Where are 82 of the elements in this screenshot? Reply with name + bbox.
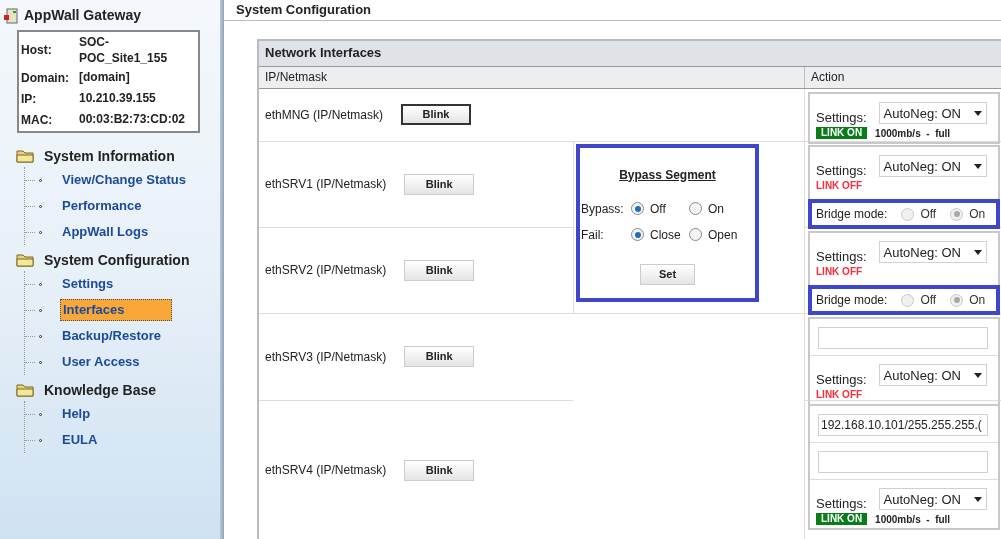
settings-label: Settings:: [816, 108, 867, 127]
autoneg-dropdown[interactable]: AutoNeg: ON: [878, 155, 987, 178]
caret-icon: [973, 372, 982, 378]
interface-name: ethSRV1 (IP/Netmask): [265, 176, 387, 193]
nav-link[interactable]: User Access: [60, 352, 142, 372]
settings-label: Settings:: [816, 370, 867, 389]
interface-name: ethSRV2 (IP/Netmask): [265, 262, 387, 279]
info-value: SOC-POC_Site1_155: [79, 34, 169, 66]
settings-label: Settings:: [816, 247, 867, 266]
interface-name: ethMNG (IP/Netmask): [265, 106, 384, 124]
nav-link[interactable]: View/Change Status: [60, 170, 188, 190]
interface-name: ethSRV3 (IP/Netmask): [265, 348, 387, 366]
nav-link[interactable]: Settings: [60, 274, 116, 294]
section-heading[interactable]: Knowledge Base: [44, 379, 157, 401]
settings-label: Settings:: [816, 161, 867, 180]
radio-button[interactable]: [689, 202, 702, 215]
bridge-mode-label: Bridge mode:: [816, 206, 888, 223]
radio-label: Off: [650, 200, 666, 218]
bridge-mode-label: Bridge mode:: [816, 292, 888, 309]
section-heading[interactable]: System Information: [44, 145, 175, 167]
ip-input-field[interactable]: [818, 326, 988, 349]
info-label: IP:: [21, 91, 38, 108]
link-status: LINK ON: [816, 127, 868, 139]
link-status: LINK ON: [816, 513, 868, 525]
info-label: Domain:: [21, 70, 70, 87]
caret-icon: [973, 496, 982, 502]
autoneg-dropdown[interactable]: AutoNeg: ON: [878, 102, 987, 125]
ip-input-field[interactable]: 192.168.10.101/255.255.255.(: [818, 413, 988, 436]
page-title: System Configuration: [236, 1, 372, 19]
nav-link[interactable]: AppWall Logs: [60, 222, 151, 242]
info-value: 00:03:B2:73:CD:02: [79, 111, 187, 128]
autoneg-dropdown[interactable]: AutoNeg: ON: [878, 364, 987, 387]
radio-label: Off: [920, 292, 937, 309]
radio-button[interactable]: [631, 202, 644, 215]
folder-icon: [16, 149, 34, 163]
settings-label: Settings:: [816, 494, 867, 513]
blink-button[interactable]: Blink: [404, 459, 475, 481]
option-label: Bypass:: [581, 200, 625, 218]
set-button[interactable]: Set: [640, 263, 695, 285]
nav-link[interactable]: Backup/Restore: [60, 326, 163, 346]
gateway-icon: [4, 7, 18, 24]
speed-text: 1000mb/s - full: [875, 126, 951, 141]
nav-link[interactable]: Performance: [60, 196, 144, 216]
radio-label: Close: [650, 226, 681, 244]
radio-label: Off: [920, 206, 937, 223]
autoneg-dropdown[interactable]: AutoNeg: ON: [878, 488, 987, 511]
bypass-title: Bypass Segment: [619, 166, 716, 184]
radio-label: On: [708, 200, 724, 218]
table-title: Network Interfaces: [265, 44, 382, 63]
info-label: MAC:: [21, 112, 54, 129]
blink-button[interactable]: Blink: [404, 346, 475, 367]
caret-icon: [973, 163, 982, 169]
blink-button[interactable]: Blink: [401, 104, 472, 125]
column-header: IP/Netmask: [264, 69, 328, 86]
link-status: LINK OFF: [816, 266, 863, 278]
speed-text: 1000mb/s - full: [875, 512, 951, 527]
ip-input-field[interactable]: [818, 450, 988, 473]
radio-label: On: [969, 206, 986, 223]
caret-icon: [973, 249, 982, 255]
radio-label: On: [969, 292, 986, 309]
option-label: Fail:: [581, 226, 605, 244]
autoneg-dropdown[interactable]: AutoNeg: ON: [878, 241, 987, 264]
nav-link[interactable]: Interfaces: [60, 299, 172, 321]
link-status: LINK OFF: [816, 180, 863, 192]
nav-link[interactable]: Help: [60, 404, 93, 424]
link-status: LINK OFF: [816, 389, 863, 401]
info-value: 10.210.39.155: [79, 90, 157, 107]
caret-icon: [973, 110, 982, 116]
radio-label: Open: [708, 226, 738, 244]
info-label: Host:: [21, 42, 53, 59]
interface-name: ethSRV4 (IP/Netmask): [265, 462, 387, 479]
gateway-title: AppWall Gateway: [24, 6, 141, 25]
section-heading[interactable]: System Configuration: [44, 249, 190, 271]
folder-icon: [16, 253, 34, 267]
folder-icon: [16, 383, 34, 397]
radio-button[interactable]: [631, 228, 644, 241]
column-header: Action: [804, 66, 1001, 88]
blink-button[interactable]: Blink: [404, 173, 475, 195]
nav-link[interactable]: EULA: [60, 430, 100, 450]
info-value: [domain]: [79, 69, 131, 86]
radio-button[interactable]: [689, 228, 702, 241]
blink-button[interactable]: Blink: [404, 259, 475, 281]
